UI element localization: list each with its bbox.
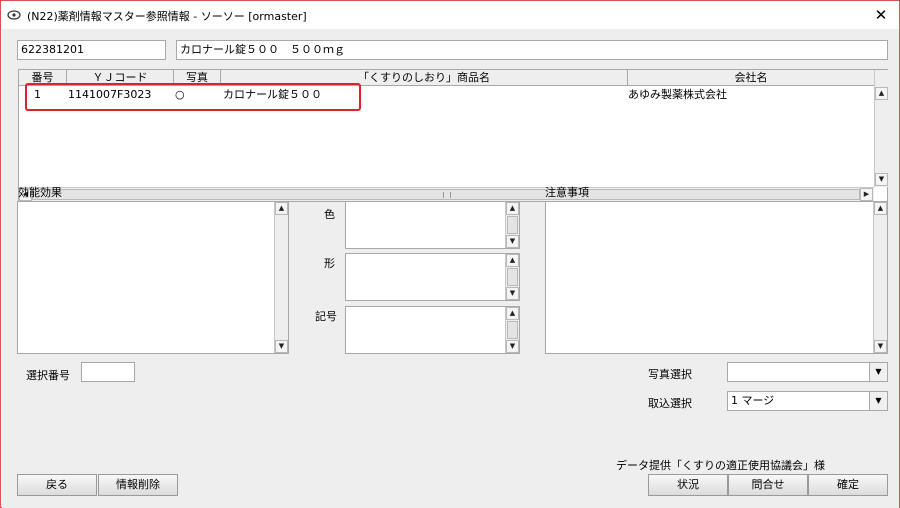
column-header-company[interactable]: 会社名 [628,70,874,86]
caution-label: 注意事項 [545,186,589,199]
select-no-label: 選択番号 [26,369,70,382]
app-icon [7,10,21,20]
shape-scrollbar[interactable]: ▲ ▼ [505,254,519,300]
drug-name-field[interactable]: カロナール錠５００ ５００ｍｇ [176,40,888,60]
scroll-down-icon[interactable]: ▼ [506,235,519,248]
scroll-thumb[interactable] [507,321,518,339]
scroll-thumb[interactable] [507,216,518,234]
import-select-value: 1 マージ [731,394,775,407]
symbol-textarea[interactable]: ▲ ▼ [345,306,520,354]
scroll-down-icon[interactable]: ▼ [875,173,888,186]
shape-textarea[interactable]: ▲ ▼ [345,253,520,301]
chevron-down-icon[interactable]: ▼ [869,392,887,410]
scroll-thumb[interactable] [507,268,518,286]
scroll-up-icon[interactable]: ▲ [874,202,887,215]
efficacy-scrollbar[interactable]: ▲ ▼ [274,202,288,353]
symbol-scrollbar[interactable]: ▲ ▼ [505,307,519,353]
scroll-up-icon[interactable]: ▲ [275,202,288,215]
caution-textarea[interactable]: ▲ ▼ [545,201,888,354]
color-textarea[interactable]: ▲ ▼ [345,201,520,249]
scroll-up-icon[interactable]: ▲ [506,254,519,267]
app-window: (N22)薬剤情報マスター参照情報 - ソーソー [ormaster] ✕ 62… [0,0,900,508]
scroll-down-icon[interactable]: ▼ [506,287,519,300]
color-scrollbar[interactable]: ▲ ▼ [505,202,519,248]
highlight-box [25,83,361,111]
table-vertical-scrollbar[interactable]: ▲ ▼ [874,70,888,187]
efficacy-label: 効能効果 [18,186,62,199]
caution-scrollbar[interactable]: ▲ ▼ [873,202,887,353]
scroll-right-icon[interactable]: ▶ [860,188,873,201]
photo-select-dropdown[interactable]: ▼ [727,362,888,382]
chevron-down-icon[interactable]: ▼ [869,363,887,381]
grip-icon [443,192,451,198]
main-content: 622381201 カロナール錠５００ ５００ｍｇ 番号 ＹＪコード 写真 「く… [2,29,899,508]
confirm-button[interactable]: 確定 [808,474,888,496]
scroll-thumb[interactable] [32,189,860,200]
efficacy-textarea[interactable]: ▲ ▼ [17,201,289,354]
scroll-up-icon[interactable]: ▲ [506,307,519,320]
drug-table: 番号 ＹＪコード 写真 「くすりのしおり」商品名 会社名 1 1141007F3… [18,69,888,202]
symbol-label: 記号 [315,310,337,323]
inquiry-button[interactable]: 問合せ [728,474,808,496]
scroll-down-icon[interactable]: ▼ [275,340,288,353]
drug-code-field[interactable]: 622381201 [17,40,166,60]
window-title: (N22)薬剤情報マスター参照情報 - ソーソー [ormaster] [27,10,307,23]
cell-company: あゆみ製薬株式会社 [628,88,727,101]
photo-select-label: 写真選択 [648,368,692,381]
title-bar: (N22)薬剤情報マスター参照情報 - ソーソー [ormaster] ✕ [1,1,899,29]
color-label: 色 [324,208,335,221]
select-no-input[interactable] [81,362,135,382]
table-horizontal-scrollbar[interactable]: ◀ ▶ [19,187,874,201]
scroll-down-icon[interactable]: ▼ [874,340,887,353]
delete-info-button[interactable]: 情報削除 [98,474,178,496]
scroll-up-icon[interactable]: ▲ [506,202,519,215]
scroll-down-icon[interactable]: ▼ [506,340,519,353]
import-select-label: 取込選択 [648,397,692,410]
shape-label: 形 [324,257,335,270]
status-button[interactable]: 状況 [648,474,728,496]
scroll-up-icon[interactable]: ▲ [875,87,888,100]
close-icon[interactable]: ✕ [871,5,891,25]
data-provider-text: データ提供「くすりの適正使用協議会」様 [616,459,825,472]
back-button[interactable]: 戻る [17,474,97,496]
import-select-dropdown[interactable]: 1 マージ ▼ [727,391,888,411]
